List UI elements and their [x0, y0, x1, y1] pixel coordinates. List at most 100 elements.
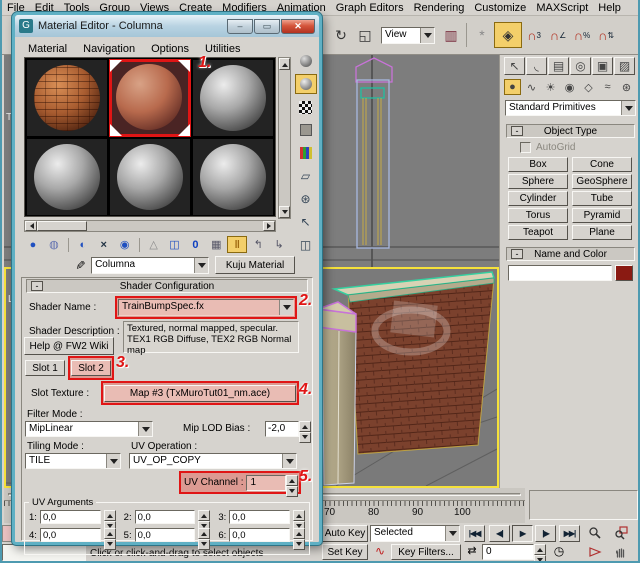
lights-category-icon[interactable]: ☀ — [542, 79, 559, 95]
uv-arg-spinner[interactable] — [104, 528, 116, 542]
object-name-field[interactable] — [508, 265, 612, 281]
uv-channel-spinner[interactable] — [286, 475, 298, 491]
material-map-navigator-icon[interactable]: ◫ — [295, 235, 317, 255]
name-color-rollout[interactable]: - Name and Color — [506, 247, 635, 261]
display-tab[interactable]: ▣ — [592, 57, 613, 75]
go-to-parent-icon[interactable]: ↰ — [248, 236, 268, 253]
reset-map-icon[interactable]: × — [94, 236, 114, 253]
object-type-rollout[interactable]: - Object Type — [506, 124, 635, 138]
sample-slot[interactable] — [109, 138, 191, 216]
modify-tab[interactable]: ◟ — [526, 57, 547, 75]
sample-slot-selected[interactable] — [109, 59, 191, 137]
background-icon[interactable] — [295, 97, 317, 117]
sample-slot[interactable] — [26, 138, 108, 216]
sample-slot-brick[interactable] — [26, 59, 108, 137]
selection-set-dropdown[interactable]: Selected — [370, 525, 460, 542]
zoom-extents-icon[interactable] — [634, 524, 640, 541]
menu-help[interactable]: Help — [598, 2, 621, 14]
menu-customize[interactable]: Customize — [474, 2, 526, 14]
cone-button[interactable]: Cone — [572, 157, 632, 172]
uv-operation-dropdown[interactable]: UV_OP_COPY — [129, 453, 297, 469]
uv-arg-spinner[interactable] — [104, 510, 116, 524]
help-fw2-wiki-button[interactable]: Help @ FW2 Wiki — [24, 337, 114, 355]
frame-spinner[interactable] — [534, 544, 546, 560]
slot-horizontal-scrollbar[interactable] — [24, 220, 276, 232]
put-to-library-icon[interactable]: ◫ — [165, 236, 185, 253]
collapse-icon[interactable]: - — [511, 249, 523, 259]
assign-material-to-selection-icon[interactable]: ◐ — [73, 236, 93, 253]
sample-type-icon[interactable] — [295, 51, 317, 71]
select-by-material-icon[interactable]: ↖ — [295, 212, 317, 232]
object-color-swatch[interactable] — [615, 265, 633, 281]
set-key-button[interactable]: Set Key — [322, 544, 368, 560]
options-icon[interactable]: ⊛ — [295, 189, 317, 209]
sample-uv-tiling-icon[interactable] — [295, 120, 317, 140]
current-frame-field[interactable]: 0 — [482, 544, 546, 560]
select-manipulate-icon[interactable]: * — [470, 23, 494, 47]
spinner-snap-icon[interactable]: ∩⇅ — [594, 23, 618, 47]
teapot-button[interactable]: Teapot — [508, 225, 568, 240]
material-id-channel-icon[interactable]: 0 — [185, 236, 205, 253]
menu-rendering[interactable]: Rendering — [414, 2, 465, 14]
uv-arg-field[interactable]: 4:0,0 — [29, 528, 116, 542]
minimize-button[interactable]: – — [227, 19, 253, 34]
go-forward-sibling-icon[interactable]: ↳ — [269, 236, 289, 253]
me-menu-material[interactable]: Material — [28, 43, 67, 55]
show-end-result-icon[interactable]: ‖ — [227, 236, 247, 253]
sample-slot[interactable] — [192, 138, 274, 216]
uv-arg-field[interactable]: 1:0,0 — [29, 510, 116, 524]
tiling-mode-dropdown[interactable]: TILE — [25, 453, 121, 469]
backlight-icon[interactable] — [295, 74, 317, 94]
key-filters-button[interactable]: Key Filters... — [391, 544, 461, 560]
play-button[interactable]: ▶ — [512, 525, 533, 542]
uv-channel-field[interactable]: 1 — [246, 475, 298, 491]
menu-maxscript[interactable]: MAXScript — [536, 2, 588, 14]
me-menu-options[interactable]: Options — [151, 43, 189, 55]
snaps-toggle-icon[interactable]: ◈ — [494, 22, 522, 48]
sphere-button[interactable]: Sphere — [508, 174, 568, 189]
helpers-category-icon[interactable]: ◇ — [580, 79, 597, 95]
shapes-category-icon[interactable]: ∿ — [523, 79, 540, 95]
uv-arg-spinner[interactable] — [198, 510, 210, 524]
plane-button[interactable]: Plane — [572, 225, 632, 240]
percent-snap-icon[interactable]: ∩% — [570, 23, 594, 47]
motion-tab[interactable]: ◎ — [570, 57, 591, 75]
utilities-tab[interactable]: ▨ — [614, 57, 635, 75]
collapse-icon[interactable]: - — [511, 126, 523, 136]
uv-arg-field[interactable]: 6:0,0 — [218, 528, 305, 542]
make-unique-icon[interactable]: △ — [144, 236, 164, 253]
slot2-tab[interactable]: Slot 2 — [71, 360, 111, 376]
snap-3d-icon[interactable]: ∩3 — [522, 23, 546, 47]
autogrid-checkbox[interactable] — [520, 142, 531, 153]
uv-arg-field[interactable]: 2:0,0 — [124, 510, 211, 524]
systems-category-icon[interactable]: ⊛ — [618, 79, 635, 95]
go-to-end-button[interactable]: ▶▶| — [559, 525, 580, 542]
spacewarps-category-icon[interactable]: ≈ — [599, 79, 616, 95]
material-name-dropdown[interactable]: Columna — [91, 257, 209, 274]
torus-button[interactable]: Torus — [508, 208, 568, 223]
material-editor-titlebar[interactable]: G Material Editor - Columna – ▭ ✕ — [15, 15, 319, 37]
angle-snap-icon[interactable]: ∩∠ — [546, 23, 570, 47]
zoom-all-icon[interactable] — [608, 524, 634, 541]
cylinder-button[interactable]: Cylinder — [508, 191, 568, 206]
me-menu-navigation[interactable]: Navigation — [83, 43, 135, 55]
auto-key-button[interactable]: Auto Key — [322, 525, 368, 542]
collapse-icon[interactable]: - — [31, 281, 43, 291]
make-preview-icon[interactable]: ▱ — [295, 166, 317, 186]
mip-lod-bias-spinner[interactable] — [299, 421, 311, 437]
key-step-icon[interactable]: ⇄ — [464, 544, 480, 560]
menu-graph-editors[interactable]: Graph Editors — [336, 2, 404, 14]
use-center-flyout-icon[interactable]: ▥ — [439, 23, 463, 47]
pyramid-button[interactable]: Pyramid — [572, 208, 632, 223]
select-scale-icon[interactable]: ◱ — [353, 23, 377, 47]
slot-texture-button[interactable]: Map #3 (TxMuroTut01_nm.ace) — [104, 385, 296, 402]
tube-button[interactable]: Tube — [572, 191, 632, 206]
uv-arg-spinner[interactable] — [198, 528, 210, 542]
mip-lod-bias-field[interactable]: -2,0 — [265, 421, 311, 437]
maximize-button[interactable]: ▭ — [254, 19, 280, 34]
uv-arg-field[interactable]: 5:0,0 — [124, 528, 211, 542]
me-menu-utilities[interactable]: Utilities — [205, 43, 240, 55]
close-button[interactable]: ✕ — [281, 19, 315, 34]
next-frame-button[interactable]: |▶ — [535, 525, 556, 542]
cameras-category-icon[interactable]: ◉ — [561, 79, 578, 95]
